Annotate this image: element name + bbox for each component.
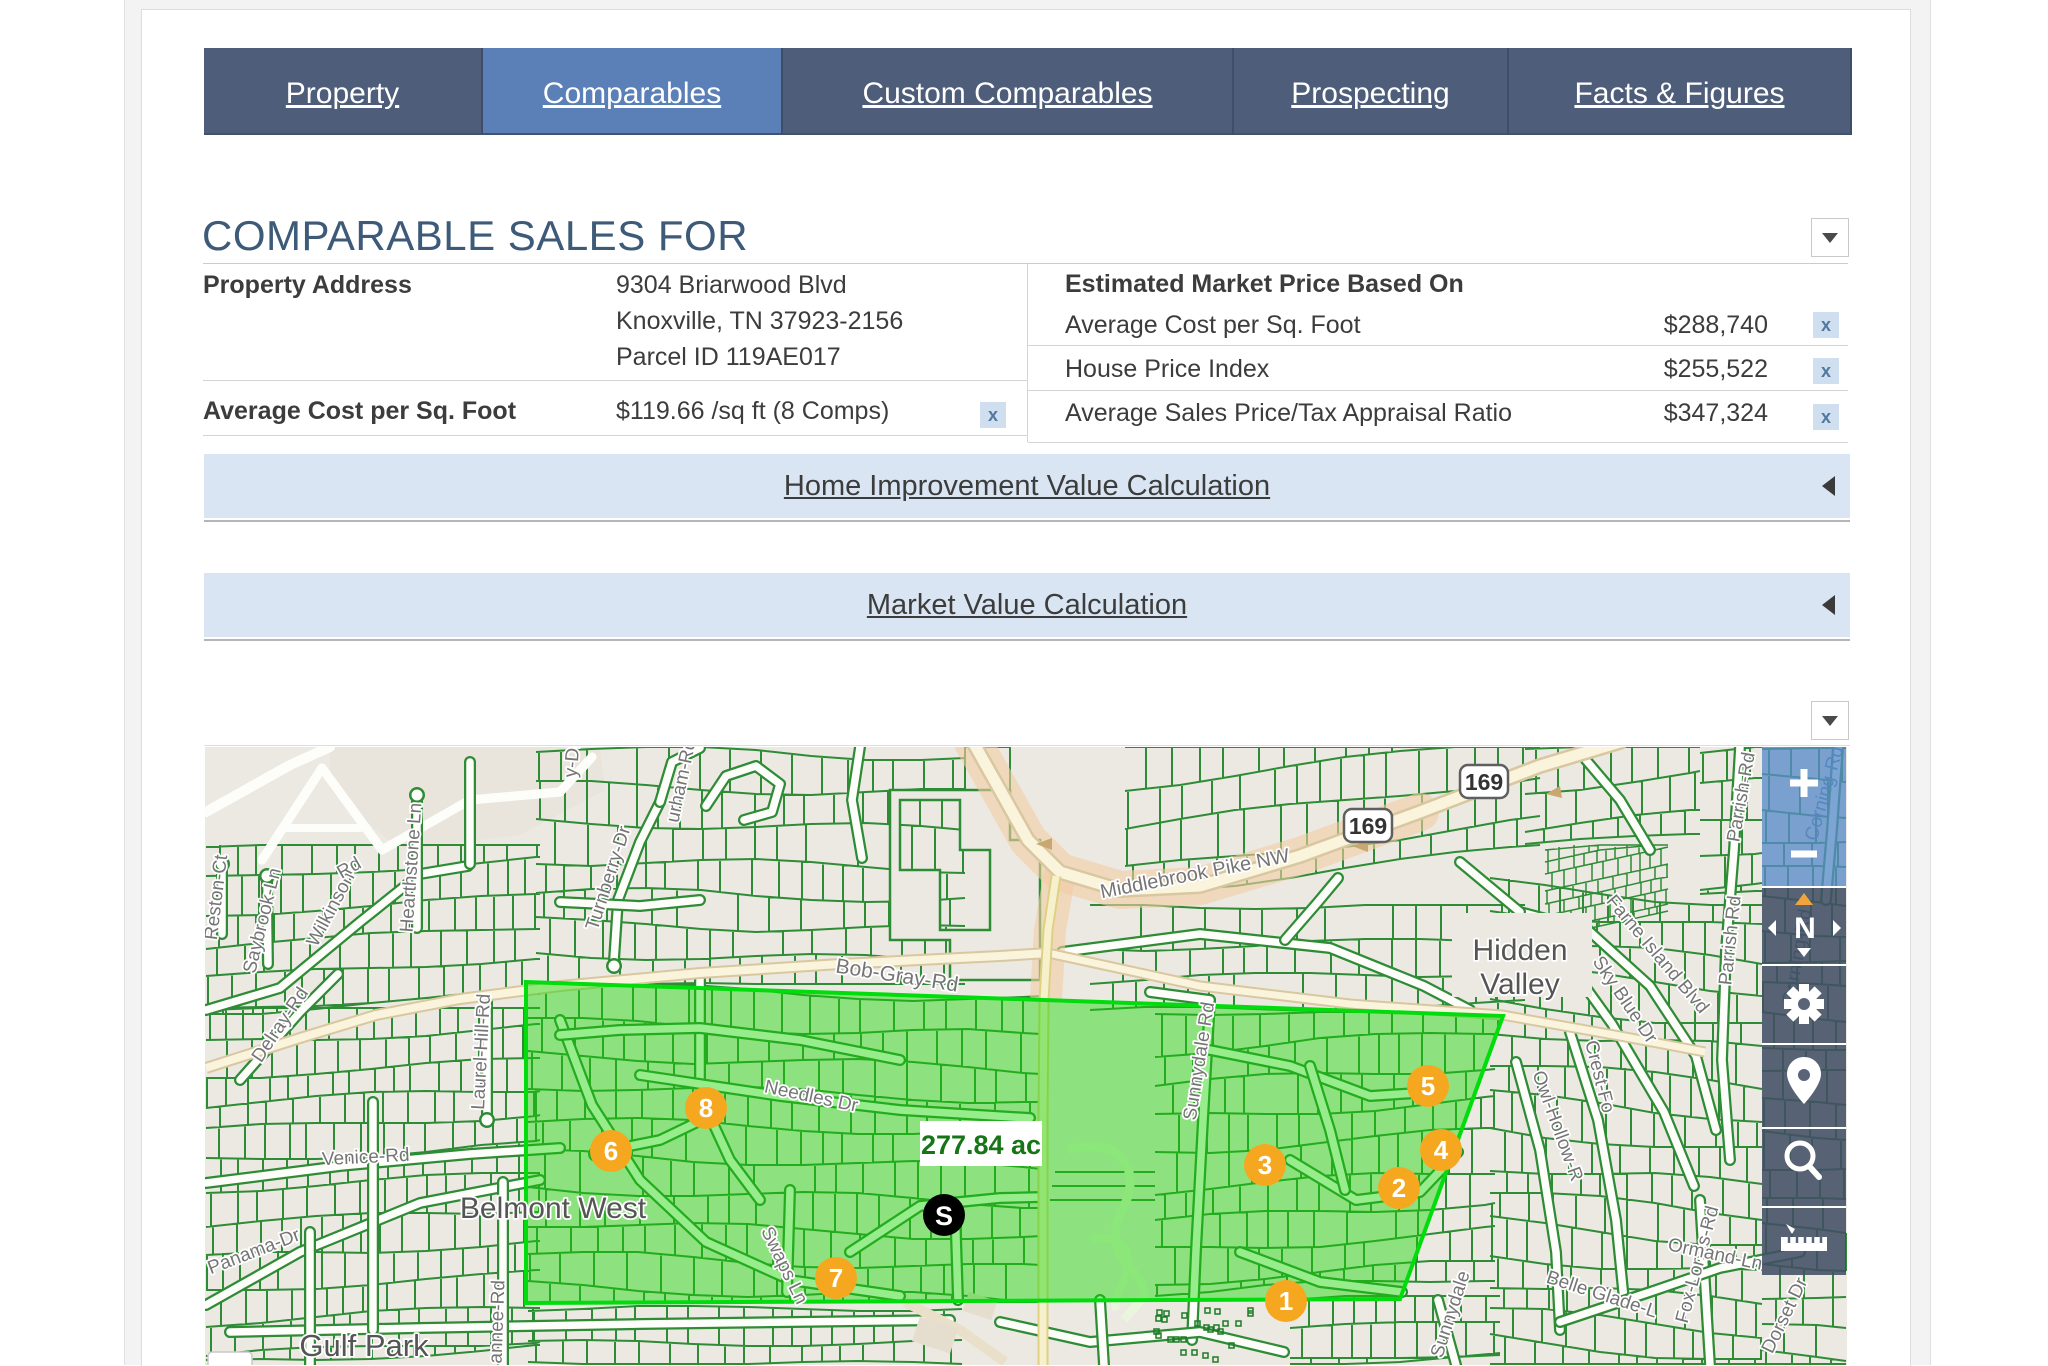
svg-text:4: 4 xyxy=(1434,1135,1449,1165)
svg-text:8: 8 xyxy=(699,1093,713,1123)
svg-text:6: 6 xyxy=(604,1136,618,1166)
svg-text:Valley: Valley xyxy=(1480,968,1559,1001)
svg-text:Belmont West: Belmont West xyxy=(460,1192,647,1225)
svg-text:3: 3 xyxy=(1258,1150,1272,1180)
svg-text:277.84 ac: 277.84 ac xyxy=(921,1130,1041,1160)
svg-text:5: 5 xyxy=(1421,1071,1435,1101)
svg-text:1: 1 xyxy=(1279,1286,1293,1316)
svg-text:Gulf Park: Gulf Park xyxy=(299,1328,429,1363)
svg-text:annee-Rd: annee-Rd xyxy=(486,1280,510,1364)
svg-text:N: N xyxy=(1794,912,1816,945)
svg-text:y-Dr: y-Dr xyxy=(560,747,584,778)
svg-text:169: 169 xyxy=(1465,769,1503,795)
svg-text:169: 169 xyxy=(1349,813,1387,839)
svg-text:Hidden: Hidden xyxy=(1472,934,1567,967)
svg-text:S: S xyxy=(935,1201,953,1231)
svg-text:2: 2 xyxy=(1392,1173,1406,1203)
svg-text:7: 7 xyxy=(829,1263,843,1293)
